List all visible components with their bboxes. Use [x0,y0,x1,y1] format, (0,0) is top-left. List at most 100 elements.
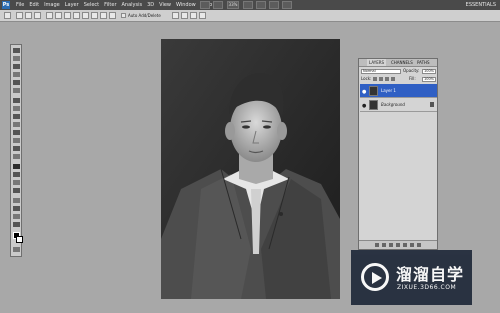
lock-label: Lock: [361,76,372,81]
zoom-readout[interactable]: 33% [227,1,239,9]
quick-selection-tool-icon[interactable] [13,72,20,77]
layer-thumbnail [369,100,378,110]
lock-all-icon[interactable] [391,77,395,81]
paths-icon[interactable] [25,12,32,19]
menu-view[interactable]: View [159,0,171,10]
portrait-photo [161,39,340,299]
adjustment-layer-icon[interactable] [396,243,400,247]
layer-style-icon[interactable] [382,243,386,247]
watermark-url: ZIXUE.3D66.COM [397,284,457,291]
rectangle-shape-icon[interactable] [64,12,71,19]
layers-panel-footer [359,240,437,249]
layer-thumbnail [369,86,378,96]
move-tool-icon[interactable] [13,48,20,53]
workspace-switcher[interactable]: ESSENTIALS [466,0,496,10]
dodge-tool-icon[interactable] [13,154,20,159]
shape-layers-icon[interactable] [16,12,23,19]
menu-3d[interactable]: 3D [147,0,154,10]
subtract-path-area-icon[interactable] [181,12,188,19]
document-canvas[interactable] [161,39,340,299]
lock-position-icon[interactable] [385,77,389,81]
opacity-label: Opacity: [403,68,420,73]
intersect-path-area-icon[interactable] [190,12,197,19]
fill-pixels-icon[interactable] [34,12,41,19]
quick-mask-icon[interactable] [13,247,20,252]
zoom-tool-icon[interactable] [13,222,20,227]
line-shape-icon[interactable] [100,12,107,19]
link-layers-icon[interactable] [375,243,379,247]
3d-orbit-tool-icon[interactable] [13,206,20,211]
auto-add-delete-checkbox[interactable] [121,13,126,18]
visibility-eye-icon[interactable]: ● [362,89,366,95]
marquee-tool-icon[interactable] [13,56,20,61]
new-layer-icon[interactable] [410,243,414,247]
pen-icon[interactable] [46,12,53,19]
lock-icon [430,102,434,107]
tab-channels[interactable]: CHANNELS [389,59,415,66]
tab-layers[interactable]: LAYERS [367,59,387,66]
type-tool-icon[interactable] [13,172,20,177]
menu-window[interactable]: Window [176,0,196,10]
clone-stamp-tool-icon[interactable] [13,114,20,119]
pen-tool-preset-icon[interactable] [4,12,11,19]
rounded-rect-shape-icon[interactable] [73,12,80,19]
tab-paths[interactable]: PATHS [415,59,432,66]
lasso-tool-icon[interactable] [13,64,20,69]
hand-tool-button[interactable] [243,1,253,9]
watermark-badge: 溜溜自学 ZIXUE.3D66.COM [351,250,472,305]
polygon-shape-icon[interactable] [91,12,98,19]
photoshop-logo-icon: Ps [2,1,10,9]
menu-layer[interactable]: Layer [65,0,79,10]
hand-tool-icon[interactable] [13,214,20,219]
arrange-documents-button[interactable] [269,1,279,9]
blend-mode-select[interactable]: Normal [361,69,401,74]
add-path-area-icon[interactable] [172,12,179,19]
path-selection-tool-icon[interactable] [13,180,20,185]
eraser-tool-icon[interactable] [13,130,20,135]
zoom-tool-button[interactable] [256,1,266,9]
bridge-button[interactable] [200,1,210,9]
visibility-eye-icon[interactable]: ● [362,103,366,109]
screen-mode-button[interactable] [282,1,292,9]
freeform-pen-icon[interactable] [55,12,62,19]
menu-analysis[interactable]: Analysis [122,0,143,10]
layers-panel: LAYERS CHANNELS PATHS Normal Opacity: 10… [358,58,438,250]
menu-select[interactable]: Select [84,0,99,10]
history-brush-tool-icon[interactable] [13,122,20,127]
minibridge-button[interactable] [213,1,223,9]
delete-layer-icon[interactable] [417,243,421,247]
pen-tool-icon[interactable] [13,164,20,169]
layer-row-layer-1[interactable]: ● Layer 1 [360,84,437,98]
menu-image[interactable]: Image [44,0,60,10]
menu-filter[interactable]: Filter [104,0,116,10]
brush-tool-icon[interactable] [13,106,20,111]
background-color-swatch[interactable] [16,236,23,243]
healing-brush-tool-icon[interactable] [13,98,20,103]
custom-shape-icon[interactable] [109,12,116,19]
new-group-icon[interactable] [403,243,407,247]
crop-tool-icon[interactable] [13,80,20,85]
auto-add-delete-label: Auto Add/Delete [128,13,161,18]
play-logo-icon [361,263,389,291]
lock-image-icon[interactable] [379,77,383,81]
options-bar: Auto Add/Delete [0,10,500,22]
menu-bar: Ps File Edit Image Layer Select Filter A… [0,0,500,10]
gradient-tool-icon[interactable] [13,138,20,143]
3d-rotate-tool-icon[interactable] [13,198,20,203]
tools-panel [10,44,23,257]
menu-file[interactable]: File [16,0,24,10]
opacity-input[interactable]: 100% [422,69,436,74]
fill-label: Fill: [409,76,416,81]
exclude-path-area-icon[interactable] [199,12,206,19]
eyedropper-tool-icon[interactable] [13,88,20,93]
menu-edit[interactable]: Edit [29,0,39,10]
ellipse-shape-icon[interactable] [82,12,89,19]
layer-row-background[interactable]: ● Background [360,98,437,112]
shape-tool-icon[interactable] [13,188,20,193]
add-mask-icon[interactable] [389,243,393,247]
layer-name: Background [381,102,405,107]
watermark-title: 溜溜自学 [396,265,465,284]
lock-transparent-icon[interactable] [373,77,377,81]
blur-tool-icon[interactable] [13,146,20,151]
fill-input[interactable]: 100% [422,77,436,82]
